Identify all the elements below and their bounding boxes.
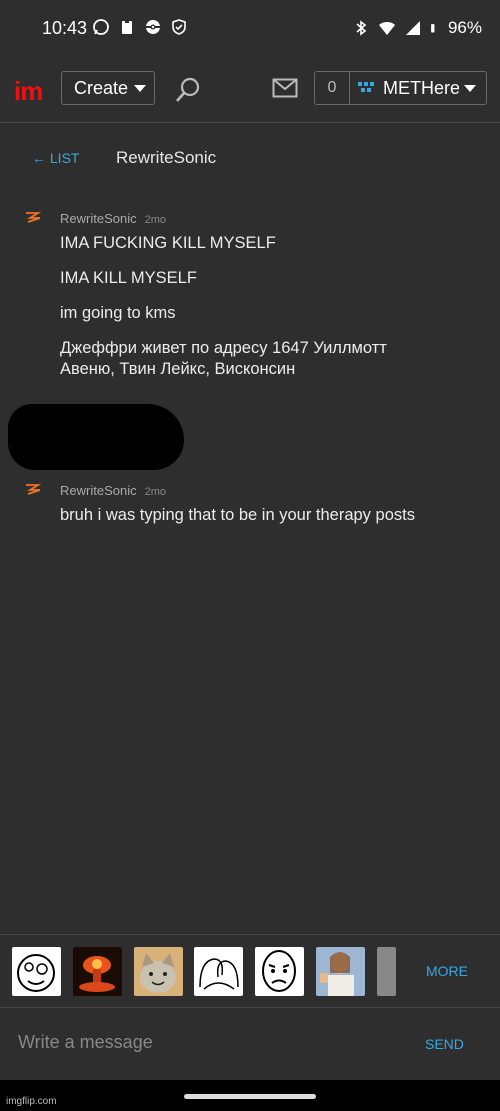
- status-bar: 10:43 96%: [0, 0, 500, 58]
- signal-icon: [405, 21, 420, 35]
- username: METHere: [383, 77, 459, 98]
- conversation-title[interactable]: RewriteSonic: [116, 148, 216, 168]
- message-username[interactable]: RewriteSonic: [60, 483, 137, 498]
- site-logo[interactable]: im: [14, 76, 43, 107]
- message-meta: RewriteSonic 2mo: [60, 483, 166, 498]
- meme-thumb-partial-thumb[interactable]: [377, 947, 396, 996]
- message-text: IMA KILL MYSELF: [60, 269, 197, 287]
- system-navigation-bar: [0, 1080, 500, 1111]
- user-avatar-icon: [358, 82, 374, 92]
- whatsapp-icon: [93, 19, 109, 35]
- create-button[interactable]: Create: [61, 71, 155, 105]
- create-label: Create: [74, 77, 129, 98]
- meme-thumb-buddy-christ[interactable]: [316, 947, 365, 996]
- send-button[interactable]: SEND: [425, 1036, 464, 1052]
- message-meta: RewriteSonic 2mo: [60, 211, 166, 226]
- meme-thumb-derp-face[interactable]: [12, 947, 61, 996]
- bluetooth-icon: [356, 20, 367, 36]
- message-time: 2mo: [144, 214, 166, 226]
- more-memes-link[interactable]: MORE: [426, 963, 468, 979]
- meme-thumb-smiling-cat[interactable]: [134, 947, 183, 996]
- message-username[interactable]: RewriteSonic: [60, 211, 137, 226]
- user-menu[interactable]: METHere: [349, 71, 487, 105]
- chevron-down-icon: [134, 84, 147, 92]
- notification-count[interactable]: 0: [314, 71, 349, 105]
- clipboard-icon: [122, 19, 132, 34]
- top-nav: im Create 0 METHere: [0, 58, 500, 123]
- user-badge-icon: [26, 212, 42, 223]
- chevron-down-icon: [464, 84, 476, 92]
- shield-icon: [172, 19, 186, 35]
- message-time: 2mo: [144, 486, 166, 498]
- message-composer: Write a message SEND: [0, 1008, 500, 1080]
- conversation-header: ← LIST RewriteSonic: [0, 122, 500, 192]
- battery-percent: 96%: [447, 18, 482, 37]
- meme-thumb-okay-guy-face[interactable]: [255, 947, 304, 996]
- message-text: IMA FUCKING KILL MYSELF: [60, 234, 276, 252]
- meme-thumb-explosion[interactable]: [73, 947, 122, 996]
- pokeball-icon: [146, 20, 160, 34]
- battery-icon: [431, 24, 435, 33]
- meme-thumb-wojak-hug[interactable]: [194, 947, 243, 996]
- status-time: 10:43: [42, 18, 88, 38]
- message-text: im going to kms: [60, 304, 176, 322]
- message-input[interactable]: Write a message: [18, 1032, 153, 1053]
- wifi-icon: [378, 22, 395, 35]
- imgflip-watermark: imgflip.com: [6, 1096, 57, 1107]
- gesture-handle[interactable]: [184, 1094, 316, 1099]
- message-text: Джеффри живет по адресу 1647 Уиллмотт Ав…: [60, 339, 387, 378]
- redaction-scribble: [8, 404, 184, 470]
- mail-icon[interactable]: [272, 78, 298, 98]
- search-icon[interactable]: [174, 76, 202, 104]
- user-badge-icon: [26, 484, 42, 495]
- meme-picker-bar: MORE: [0, 934, 500, 1008]
- message-text: bruh i was typing that to be in your the…: [60, 506, 415, 524]
- back-to-list-link[interactable]: ← LIST: [32, 150, 79, 166]
